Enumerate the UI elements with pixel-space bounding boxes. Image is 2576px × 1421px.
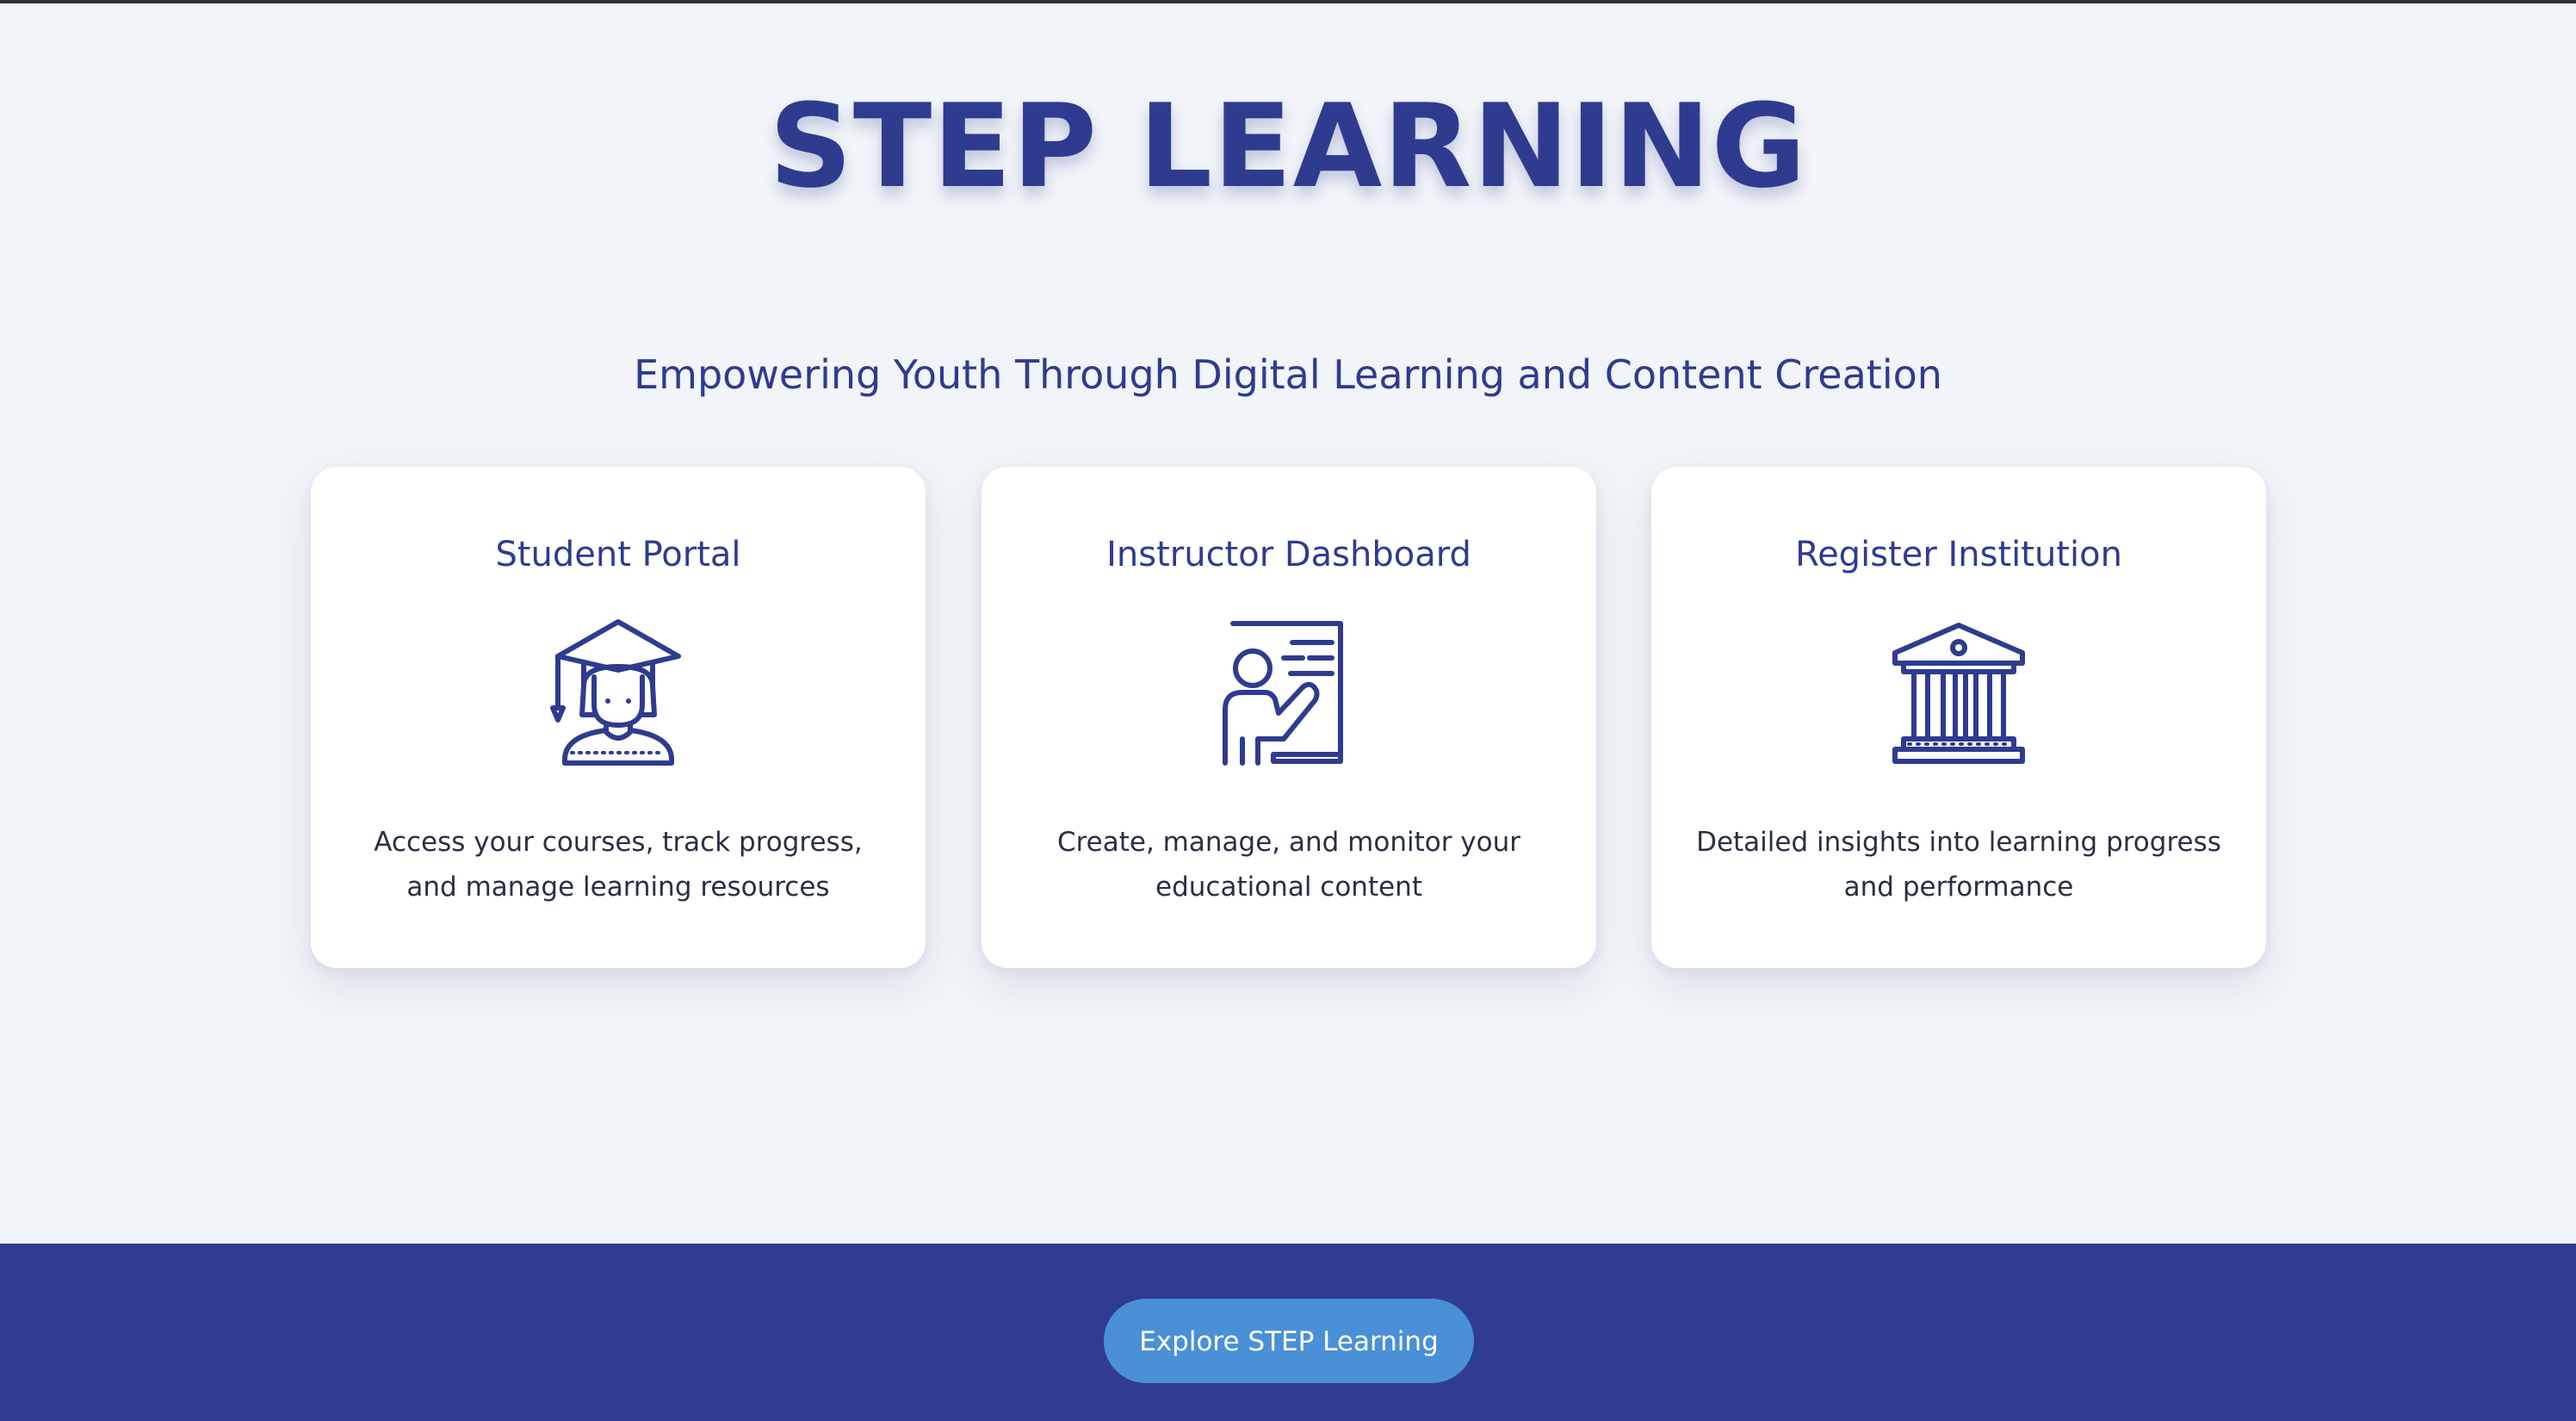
footer-bar: Explore STEP Learning [0,1244,2576,1421]
card-description: Create, manage, and monitor your educati… [1056,827,1521,903]
teacher-board-icon [1220,618,1358,766]
top-border [0,0,2576,3]
card-register-institution[interactable]: Register Institution Detailed insights i… [1651,467,2266,968]
feature-cards: Student Portal Access your courses, trac… [311,467,2267,968]
card-title: Student Portal [495,535,741,574]
card-description: Access your courses, track progress, and… [374,827,863,903]
card-title: Register Institution [1795,535,2122,574]
institution-building-icon [1890,618,2028,766]
card-instructor-dashboard[interactable]: Instructor Dashboard Create, manage, and… [981,467,1596,968]
student-graduate-icon [549,618,687,766]
card-student-portal[interactable]: Student Portal Access your courses, trac… [311,467,926,968]
card-description: Detailed insights into learning progress… [1696,827,2221,903]
page-subtitle: Empowering Youth Through Digital Learnin… [634,351,1942,398]
explore-button[interactable]: Explore STEP Learning [1104,1299,1474,1383]
page-title: STEP LEARNING [769,79,1807,214]
card-title: Instructor Dashboard [1106,535,1471,574]
